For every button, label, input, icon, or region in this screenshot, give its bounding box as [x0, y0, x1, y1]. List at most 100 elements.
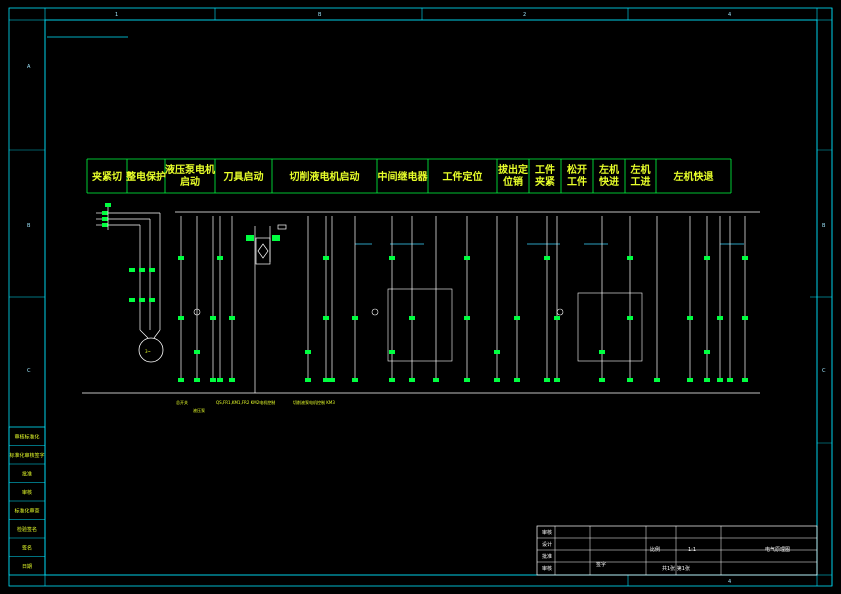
relay-block-a [387, 288, 453, 362]
branch-contact [627, 256, 633, 260]
left-column-label: 日期 [22, 564, 32, 570]
header-cell-5: 中间继电器 [378, 170, 429, 183]
zone-top-1: 1 [115, 12, 118, 18]
left-column-label: 检验签名 [17, 526, 37, 533]
title-block-row-label: 审核 [542, 529, 552, 536]
branch-contact [323, 316, 329, 320]
header-cell-line: 夹紧切 [92, 170, 122, 183]
header-cell-line: 左机 [630, 163, 651, 176]
caption-coolant: 切削液泵电机控制 KM3 [293, 399, 335, 405]
drawing-sheet: 1 B 2 4 A B C B C 4 夹紧切 整电保护液压泵电机启动 刀具启动 切削… [8, 7, 833, 587]
indicator-lamp [371, 308, 379, 316]
header-cell-line: 刀具启动 [224, 170, 264, 183]
transformer-terminal [272, 235, 280, 241]
scale-value: 1:1 [688, 547, 696, 553]
branch-contact [389, 256, 395, 260]
header-cell-line: 位销 [503, 175, 523, 188]
branch-coil [464, 378, 470, 382]
header-cell-2: 液压泵电机启动 [165, 163, 215, 188]
branch-contact [178, 256, 184, 260]
qs-contact [149, 298, 155, 302]
branch-contact [210, 316, 216, 320]
branch-coil [742, 378, 748, 382]
header-cell-line: 快进 [598, 175, 619, 188]
header-cell-line: 夹紧 [535, 175, 555, 188]
branch-coil [217, 378, 223, 382]
branch-contact [352, 316, 358, 320]
wire [153, 329, 161, 339]
qs-contact [139, 268, 145, 272]
header-cell-line: 工件 [567, 175, 587, 188]
zone-top-2: B [318, 12, 322, 18]
branch-contact [687, 316, 693, 320]
phase-terminal [102, 211, 108, 215]
branch-contact [554, 316, 560, 320]
rectifier-diamond [257, 243, 269, 259]
branch-contact [323, 256, 329, 260]
zone-right-c: C [822, 368, 826, 374]
branch-coil [654, 378, 660, 382]
qs-contact [149, 268, 155, 272]
left-column-label: 标准化审查 [14, 507, 39, 514]
branch-contact [389, 350, 395, 354]
branch-coil [514, 378, 520, 382]
branch-coil [389, 378, 395, 382]
branch-coil [194, 378, 200, 382]
fuse [277, 224, 287, 230]
caption-main-switch: 总开关 [176, 399, 188, 405]
caption-motor-ctrl: QS,FR1,KM1,FR2 KM2电机控制 [216, 399, 275, 405]
branch-coil [433, 378, 439, 382]
qs-contact [139, 298, 145, 302]
motor-label: 3~ [145, 349, 151, 354]
header-cell-line: 拔出定 [498, 163, 528, 176]
header-cell-10: 左机快进 [598, 163, 619, 188]
header-cell-0: 夹紧切 [92, 170, 122, 183]
zone-bottom-4: 4 [728, 579, 731, 585]
branch-contact [717, 316, 723, 320]
branch-contact [704, 256, 710, 260]
header-cell-line: 工进 [631, 175, 651, 188]
header-cell-line: 左机快退 [673, 170, 714, 183]
header-cell-line: 工件定位 [443, 170, 483, 183]
branch-coil [352, 378, 358, 382]
header-cell-8: 工件夹紧 [535, 163, 555, 188]
header-cell-line: 切削液电机启动 [290, 170, 360, 183]
caption-pump: 液压泵 [193, 407, 205, 413]
branch-contact [464, 256, 470, 260]
branch-contact [627, 316, 633, 320]
branch-coil [687, 378, 693, 382]
branch-coil [409, 378, 415, 382]
header-cell-line: 松开 [567, 163, 587, 176]
header-cell-line: 液压泵电机 [165, 163, 215, 176]
branch-contact [229, 316, 235, 320]
branch-contact [742, 256, 748, 260]
qs-contact [129, 268, 135, 272]
header-cell-line: 左机 [598, 163, 619, 176]
branch-contact [409, 316, 415, 320]
branch-contact [742, 316, 748, 320]
header-cell-4: 切削液电机启动 [290, 170, 360, 183]
branch-coil [178, 378, 184, 382]
header-cell-line: 中间继电器 [378, 170, 429, 183]
left-column-label: 审核标准化 [14, 433, 39, 440]
circuit [82, 203, 760, 394]
branch-coil [599, 378, 605, 382]
left-column-label: 审核 [22, 489, 32, 496]
left-signature-column: 审核标准化标准化审核签字批准审核标准化审查检验签名签名日期 [8, 426, 46, 576]
header-cell-3: 刀具启动 [224, 170, 264, 183]
branch-contact [217, 256, 223, 260]
wire [139, 329, 149, 339]
inner-frame [44, 19, 818, 576]
outer-frame [8, 7, 833, 587]
header-cell-7: 拔出定位销 [498, 163, 528, 188]
header-cell-line: 整电保护 [125, 170, 166, 183]
header-cell-1: 整电保护 [125, 170, 166, 183]
branch-coil [717, 378, 723, 382]
transformer-terminal [246, 235, 254, 241]
branch-coil [323, 378, 329, 382]
branch-coil [210, 378, 216, 382]
title-block-row-label: 批准 [542, 553, 552, 560]
relay-block-b [577, 292, 643, 362]
branch-coil [329, 378, 335, 382]
motor-symbol [138, 337, 164, 363]
